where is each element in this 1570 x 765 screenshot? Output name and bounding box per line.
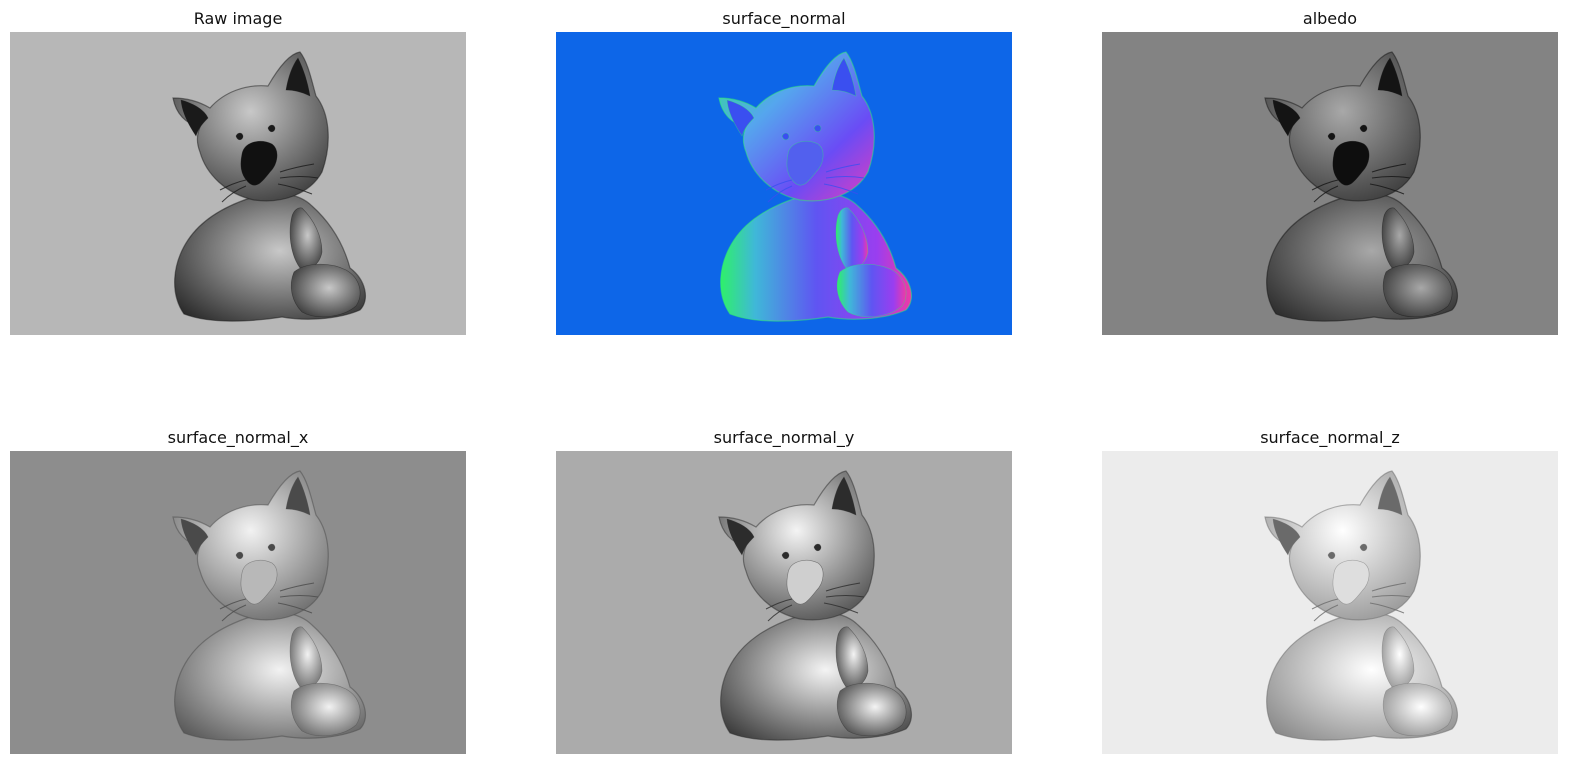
panel-title: surface_normal <box>722 9 846 28</box>
raw-image <box>10 32 466 335</box>
figurine-image <box>556 451 1012 754</box>
figurine-image <box>10 32 466 335</box>
surface-normal-x-image <box>10 451 466 754</box>
panel-title: surface_normal_y <box>713 428 855 447</box>
surface-normal-z-image <box>1102 451 1558 754</box>
panel-title: Raw image <box>193 9 283 28</box>
panel-title: albedo <box>1302 9 1358 28</box>
figurine-right-foot <box>290 682 361 737</box>
figurine-right-foot <box>1382 263 1453 318</box>
surface-normal-image <box>556 32 1012 335</box>
figurine-right-foot <box>1382 682 1453 737</box>
figurine-image <box>10 451 466 754</box>
surface-normal-y-image <box>556 451 1012 754</box>
figurine-image <box>1102 451 1558 754</box>
figurine-image <box>556 32 1012 335</box>
figurine-right-foot <box>836 263 907 318</box>
panel-title: surface_normal_z <box>1260 428 1400 447</box>
albedo-image <box>1102 32 1558 335</box>
figurine-right-foot <box>290 263 361 318</box>
figurine-right-foot <box>836 682 907 737</box>
panel-title: surface_normal_x <box>167 428 309 447</box>
figurine-image <box>1102 32 1558 335</box>
